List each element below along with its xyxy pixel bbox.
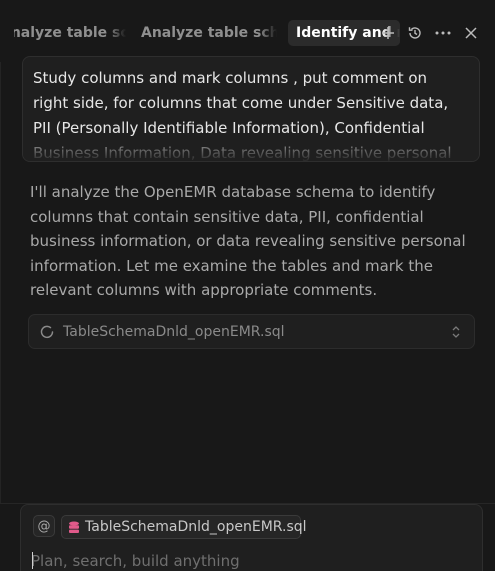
mention-button[interactable]: @	[33, 515, 55, 537]
assistant-message: I'll analyze the OpenEMR database schema…	[30, 183, 466, 300]
composer: @ TableSchemaDnld_openEMR.sql	[20, 504, 483, 571]
chevron-up-down-icon[interactable]	[450, 324, 462, 340]
tab-label: Analyze table schema	[141, 25, 277, 41]
panel-edge	[0, 62, 1, 503]
loading-spinner-icon	[40, 325, 54, 339]
context-file-chip[interactable]: TableSchemaDnld_openEMR.sql	[61, 515, 307, 539]
history-icon[interactable]	[404, 22, 426, 44]
close-icon[interactable]	[460, 22, 482, 44]
user-message[interactable]: Study columns and mark columns , put com…	[22, 56, 480, 162]
prompt-input[interactable]	[31, 549, 471, 571]
tab-analyze-table-schema-1[interactable]: Analyze table schema	[14, 20, 126, 46]
tab-analyze-table-schema-2[interactable]: Analyze table schema	[141, 20, 277, 46]
database-icon	[69, 521, 79, 533]
text-caret	[32, 552, 33, 569]
user-message-fade	[23, 137, 479, 161]
context-file-label: TableSchemaDnld_openEMR.sql	[85, 519, 307, 535]
file-reference-name: TableSchemaDnld_openEMR.sql	[63, 324, 285, 340]
file-reference[interactable]: TableSchemaDnld_openEMR.sql	[28, 314, 475, 349]
plus-icon[interactable]	[377, 22, 399, 44]
more-icon[interactable]	[432, 22, 454, 44]
